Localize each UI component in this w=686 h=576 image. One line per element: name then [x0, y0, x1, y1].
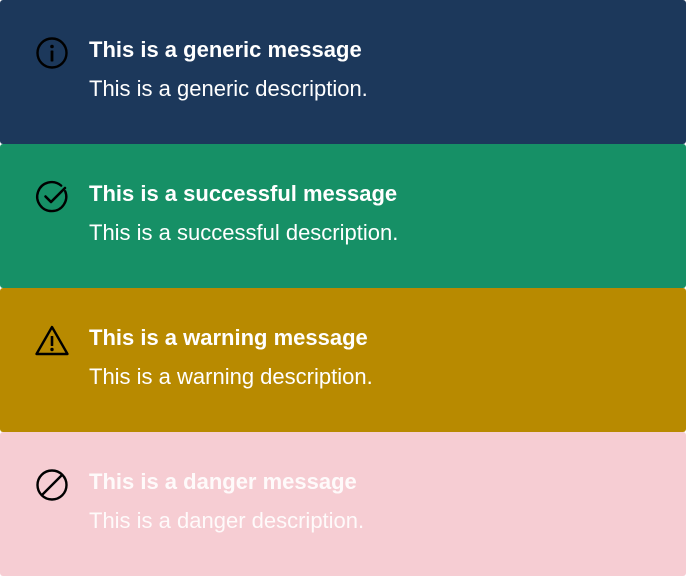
alert-title: This is a successful message	[89, 181, 398, 206]
info-icon	[34, 35, 70, 71]
alert-title: This is a generic message	[89, 37, 362, 62]
alert-title: This is a danger message	[89, 469, 357, 494]
alert-success: This is a successful message This is a s…	[0, 144, 686, 288]
alert-description: This is a generic description.	[89, 76, 368, 101]
alert-stack: This is a generic message This is a gene…	[0, 0, 686, 576]
warning-triangle-icon	[34, 323, 70, 359]
alert-generic: This is a generic message This is a gene…	[0, 0, 686, 144]
alert-description: This is a danger description.	[89, 508, 365, 533]
prohibited-icon	[34, 467, 70, 503]
alert-description: This is a successful description.	[89, 220, 399, 245]
check-circle-icon	[34, 179, 70, 215]
alert-description: This is a warning description.	[89, 364, 373, 389]
alert-title: This is a warning message	[89, 325, 368, 350]
alert-danger: This is a danger message This is a dange…	[0, 432, 686, 576]
alert-warning: This is a warning message This is a warn…	[0, 288, 686, 432]
